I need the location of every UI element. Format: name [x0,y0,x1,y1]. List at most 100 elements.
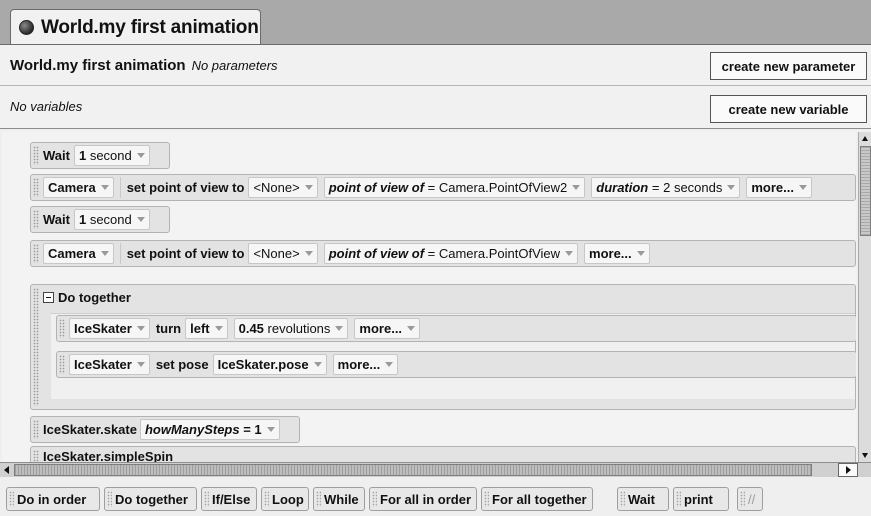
pose-dropdown[interactable]: IceSkater.pose [212,354,327,375]
palette-do-in-order[interactable]: Do in order [6,487,100,511]
more-label: more... [337,357,381,372]
amount-unit: revolutions [267,321,331,336]
iceskater-object-dropdown[interactable]: IceSkater [69,318,150,339]
pov-value: = Camera.PointOfView [427,246,561,261]
more-dropdown[interactable]: more... [332,354,399,375]
variables-header: No variables create new variable [0,86,871,129]
method-name: turn [155,321,182,336]
duration-unit: seconds [673,180,723,195]
tab-title: World.my first animation [41,16,259,38]
pov-param-dropdown[interactable]: point of view of = Camera.PointOfView [323,243,579,264]
scroll-right-button[interactable] [838,463,858,477]
dropdown-arrow-icon [304,251,313,256]
dropdown-arrow-icon [727,185,736,190]
palette-print[interactable]: print [673,487,729,511]
palette-wait[interactable]: Wait [617,487,669,511]
palette-do-together[interactable]: Do together [104,487,197,511]
method-header: World.my first animation No parameters cr… [0,45,871,86]
do-together-header: Do together [43,290,135,305]
palette-if-else[interactable]: If/Else [201,487,257,511]
scroll-up-icon[interactable] [862,136,868,141]
iceskater-skate-statement[interactable]: IceSkater.skate howManySteps = 1 [30,416,300,443]
more-dropdown[interactable]: more... [746,177,812,198]
camera-object: Camera [48,180,96,195]
dropdown-arrow-icon [136,362,145,367]
palette-for-all-in-order[interactable]: For all in order [369,487,477,511]
palette-while[interactable]: While [313,487,365,511]
direction-value: left [190,321,210,336]
wait-unit: second [89,148,132,163]
wait-duration-dropdown[interactable]: 1 second [73,209,150,230]
iceskater-setpose-statement[interactable]: IceSkater set pose IceSkater.pose more..… [56,351,856,378]
wait-statement-2[interactable]: Wait 1 second [30,206,170,233]
steps-param-dropdown[interactable]: howManySteps = 1 [139,419,280,440]
iceskater-turn-statement[interactable]: IceSkater turn left 0.45 revolutions mor… [56,315,856,342]
target-dropdown[interactable]: <None> [248,177,318,198]
dropdown-arrow-icon [100,185,109,190]
camera-object-dropdown[interactable]: Camera [43,177,114,198]
dropdown-arrow-icon [572,185,581,190]
scroll-left-icon[interactable] [4,466,9,474]
pov-label: point of view of [328,180,425,195]
amount-dropdown[interactable]: 0.45 revolutions [233,318,349,339]
dropdown-arrow-icon [214,326,223,331]
do-together-label: Do together [58,290,131,305]
pose-value: IceSkater.pose [217,357,309,372]
method-call: IceSkater.skate [43,422,137,437]
camera-object: Camera [48,246,96,261]
do-together-block[interactable]: Do together IceSkater turn left 0.45 rev… [30,284,856,410]
variables-text: No variables [10,99,83,114]
dropdown-arrow-icon [136,326,145,331]
wait-statement-1[interactable]: Wait 1 second [30,142,170,169]
dropdown-arrow-icon [565,251,574,256]
iceskater-simplespin-statement[interactable]: IceSkater.simpleSpin [30,446,856,462]
camera-object-dropdown[interactable]: Camera [43,243,114,264]
dropdown-arrow-icon [136,153,145,158]
scroll-down-icon[interactable] [862,453,868,458]
target-value: <None> [253,180,300,195]
duration-label: duration [596,180,649,195]
vertical-scrollbar[interactable] [858,132,871,462]
scroll-right-icon [846,466,851,474]
method-name: set pose [155,357,209,372]
dropdown-arrow-icon [407,326,416,331]
palette-loop[interactable]: Loop [261,487,309,511]
method-name: set point of view to [126,246,245,261]
wait-amount: 1 [78,212,87,227]
more-label: more... [589,246,632,261]
duration-param-dropdown[interactable]: duration = 2 seconds [591,177,741,198]
create-new-parameter-button[interactable]: create new parameter [710,52,867,80]
dropdown-arrow-icon [304,185,313,190]
pov-param-dropdown[interactable]: point of view of = Camera.PointOfView2 [323,177,586,198]
amount-value: 0.45 [238,321,264,336]
palette-for-all-together[interactable]: For all together [481,487,593,511]
palette-comment[interactable]: // [737,487,763,511]
pov-label: point of view of [328,246,425,261]
iceskater-object: IceSkater [74,321,132,336]
dropdown-arrow-icon [335,326,344,331]
target-value: <None> [253,246,300,261]
method-dot-icon [19,20,34,35]
wait-duration-dropdown[interactable]: 1 second [73,145,150,166]
collapse-icon[interactable] [43,292,54,303]
more-dropdown[interactable]: more... [584,243,650,264]
method-call: IceSkater.simpleSpin [43,448,174,463]
more-label: more... [751,180,794,195]
create-new-variable-button[interactable]: create new variable [710,95,867,123]
pov-value: = Camera.PointOfView2 [427,180,568,195]
direction-dropdown[interactable]: left [185,318,228,339]
tab-method[interactable]: World.my first animation [10,9,261,45]
wait-keyword: Wait [43,148,70,163]
horizontal-scroll-thumb[interactable] [14,464,812,476]
target-dropdown[interactable]: <None> [248,243,318,264]
camera-setpov-statement-1[interactable]: Camera set point of view to <None> point… [30,174,856,201]
camera-setpov-statement-2[interactable]: Camera set point of view to <None> point… [30,240,856,267]
iceskater-object-dropdown[interactable]: IceSkater [69,354,150,375]
dropdown-arrow-icon [100,251,109,256]
method-name: World.my first animation [10,57,186,74]
more-label: more... [359,321,403,336]
vertical-scroll-thumb[interactable] [860,146,871,236]
wait-unit: second [89,212,132,227]
horizontal-scrollbar[interactable] [0,462,871,477]
more-dropdown[interactable]: more... [354,318,421,339]
